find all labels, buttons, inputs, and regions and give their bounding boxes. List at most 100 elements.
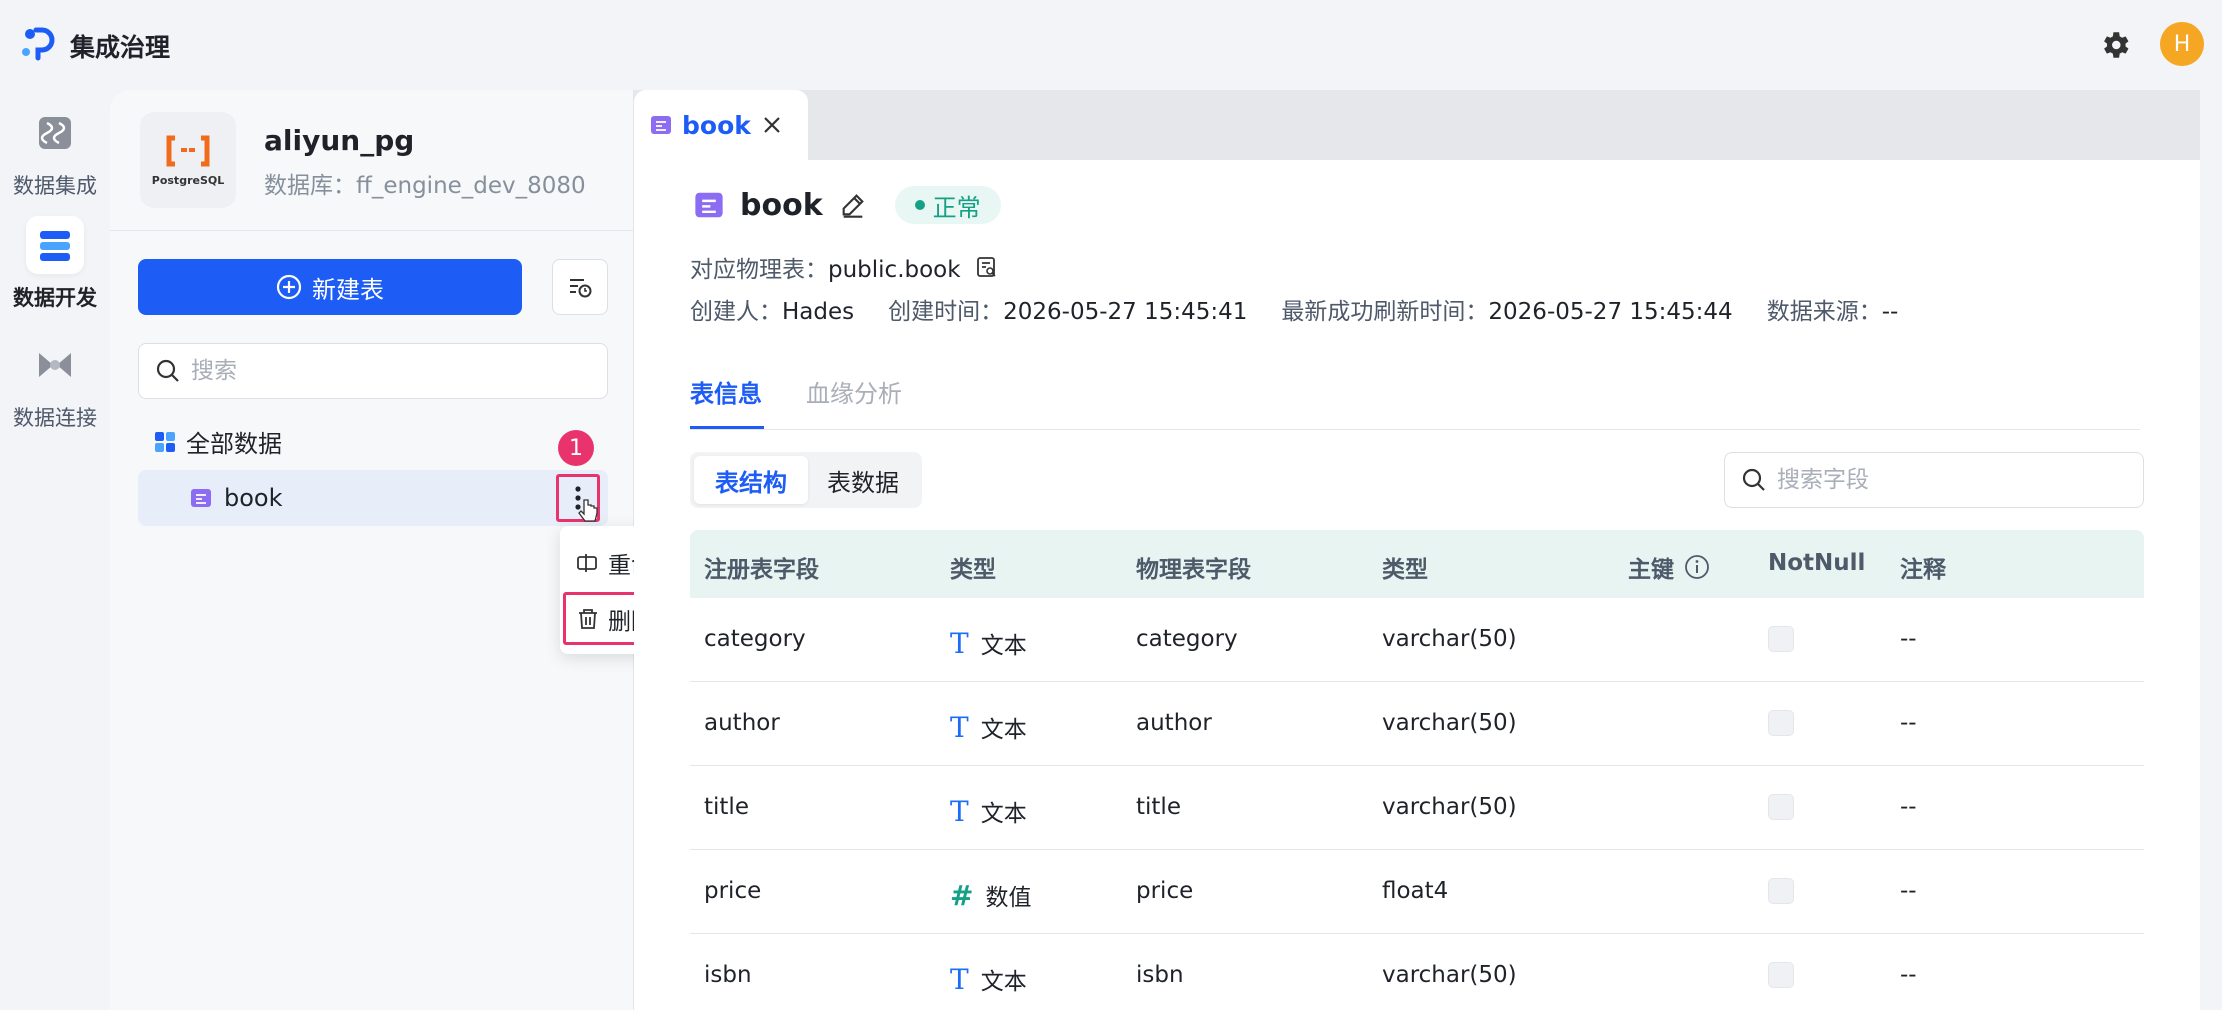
column-header: 主键 [1628,557,1674,583]
fields-table: 注册表字段 类型 物理表字段 类型 主键 NotNull 注释 category… [690,530,2144,1010]
table-row: price # 数值 price float4 -- [690,850,2144,934]
notnull-checkbox[interactable] [1768,626,1794,652]
type-label: 文本 [980,969,1027,995]
table-detail: book 正常 对应物理表：public.book 创建人：Hades 创建时间… [634,160,2200,1010]
plus-circle-icon [276,274,302,300]
detail-title-row: book 正常 [694,186,1001,224]
type-label: 文本 [980,717,1027,743]
nav-item-data-development[interactable]: 数据开发 [0,216,110,312]
nav-item-data-integration[interactable]: 数据集成 [0,104,110,200]
notnull-checkbox[interactable] [1768,962,1794,988]
type-label: 文本 [980,633,1027,659]
meta-row: 创建人：Hades 创建时间：2026-05-27 15:45:41 最新成功刷… [690,292,1898,326]
physical-field: author [1136,710,1212,736]
column-header: 注释 [1900,557,1946,583]
physical-field: category [1136,626,1238,652]
field-type: T 文本 [950,794,1027,828]
physical-value: public.book [828,257,961,283]
history-button[interactable] [552,259,608,315]
field-name: category [704,626,806,652]
table-row: isbn T 文本 isbn varchar(50) -- [690,934,2144,1010]
physical-label: 对应物理表： [690,257,828,283]
search-input[interactable] [191,358,591,384]
refreshed-value: 2026-05-27 15:45:44 [1488,299,1733,325]
close-icon[interactable] [761,114,783,136]
physical-type: varchar(50) [1382,710,1517,736]
number-type-icon: # [950,878,974,912]
notnull-checkbox[interactable] [1768,710,1794,736]
field-name: price [704,878,762,904]
text-type-icon: T [950,794,969,828]
table-search[interactable] [138,343,608,399]
creator-value: Hades [782,299,855,325]
status-dot [914,200,925,210]
segment-structure[interactable]: 表结构 [694,456,808,504]
tab-lineage[interactable]: 血缘分析 [806,374,902,409]
list-history-icon [570,279,592,298]
physical-type: varchar(50) [1382,962,1517,988]
top-bar: 集成治理 H [0,0,2222,90]
comment: -- [1900,878,1917,904]
search-icon [156,359,179,382]
avatar[interactable]: H [2160,22,2204,66]
tree-item-label: book [224,484,283,512]
nav-item-data-connection[interactable]: 数据连接 [0,336,110,432]
comment: -- [1900,626,1917,652]
tree-root-label: 全部数据 [186,430,282,458]
table-tree-panel: PostgreSQL aliyun_pg 数据库：ff_engine_dev_8… [110,90,634,1010]
notnull-checkbox[interactable] [1768,878,1794,904]
view-segment: 表结构 表数据 [690,452,922,508]
tab-strip [634,90,2200,160]
app-logo-icon [22,27,55,61]
table-row: title T 文本 title varchar(50) -- [690,766,2144,850]
search-icon [1742,468,1765,491]
type-label: 数值 [985,885,1032,911]
tree-root-all-data[interactable]: 全部数据 [154,424,282,459]
gear-icon[interactable] [2098,28,2132,62]
physical-type: float4 [1382,878,1449,904]
divider [110,230,633,231]
edit-icon[interactable] [839,191,867,219]
step-badge-1: 1 [558,430,594,466]
notnull-checkbox[interactable] [1768,794,1794,820]
data-development-icon [26,216,84,274]
view-table-icon[interactable] [975,255,999,279]
table-header: 注册表字段 类型 物理表字段 类型 主键 NotNull 注释 [690,530,2144,598]
field-name: isbn [704,962,752,988]
field-name: author [704,710,780,736]
info-icon[interactable] [1684,554,1710,580]
type-label: 文本 [980,801,1027,827]
column-header: NotNull [1768,550,1866,576]
segment-data[interactable]: 表数据 [808,456,918,504]
primary-key-header: 主键 [1628,550,1710,584]
table-row: author T 文本 author varchar(50) -- [690,682,2144,766]
field-type: T 文本 [950,710,1027,744]
nav-label: 数据集成 [13,174,97,198]
datasource-name: aliyun_pg [264,124,415,157]
physical-table-row: 对应物理表：public.book [690,250,999,284]
column-header: 物理表字段 [1136,557,1251,583]
physical-type: varchar(50) [1382,626,1517,652]
tree-item-book[interactable]: book [138,470,608,526]
text-type-icon: T [950,626,969,660]
text-type-icon: T [950,710,969,744]
hand-cursor-icon [578,499,598,522]
data-integration-icon [26,104,84,162]
app-title: 集成治理 [70,33,171,62]
new-table-button[interactable]: 新建表 [138,259,522,315]
field-type: T 文本 [950,626,1027,660]
tab-book[interactable]: book [634,90,808,160]
physical-field: title [1136,794,1181,820]
nav-label: 数据开发 [13,286,97,310]
field-search-input[interactable] [1777,467,2117,493]
field-search[interactable] [1724,452,2144,508]
detail-tabs: 表信息 血缘分析 [690,374,2140,430]
logo-text: PostgreSQL [151,173,225,187]
postgresql-icon [166,135,210,166]
comment: -- [1900,710,1917,736]
postgresql-logo: PostgreSQL [140,112,236,208]
tab-table-info[interactable]: 表信息 [690,374,762,409]
field-name: title [704,794,749,820]
column-header: 注册表字段 [704,557,819,583]
table-icon [651,116,671,134]
